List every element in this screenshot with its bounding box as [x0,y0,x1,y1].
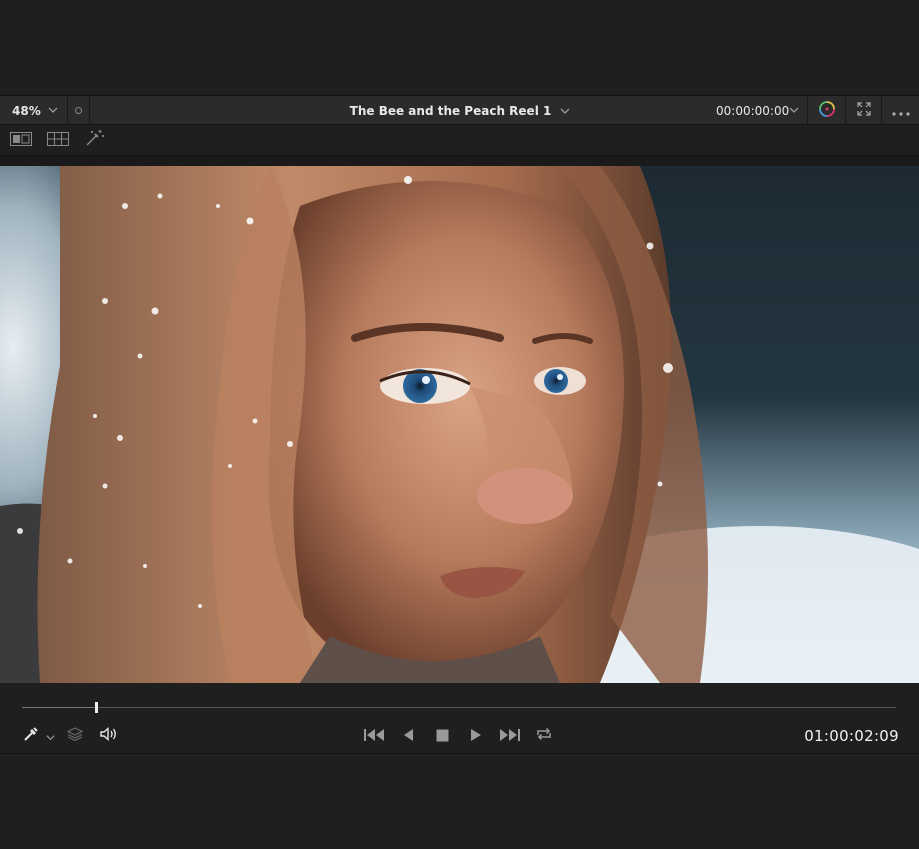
zoom-dropdown[interactable]: 48% [0,96,68,125]
skip-to-end-button[interactable] [498,727,522,745]
viewer-header: 48% The Bee and the Peach Reel 1 00:00:0… [0,95,919,125]
color-wheel-button[interactable] [808,96,846,125]
stop-button[interactable] [432,727,452,745]
clip-title: The Bee and the Peach Reel 1 [349,103,552,118]
viewer-frame-image [0,166,919,683]
eyedropper-mode-dropdown[interactable] [44,727,56,745]
playhead-timecode: 01:00:02:09 [804,727,899,745]
play-icon [470,727,482,746]
grid-viewer-icon [47,131,69,150]
scrubber-track[interactable] [22,702,896,713]
step-back-icon [402,727,414,746]
color-wheel-icon [818,100,836,122]
single-viewer-icon [10,131,32,150]
fullscreen-button[interactable] [846,96,882,125]
speaker-icon [99,726,119,746]
chevron-down-icon [789,105,799,115]
source-timecode-dropdown[interactable]: 00:00:00:00 [700,96,808,125]
skip-to-start-button[interactable] [362,727,386,745]
clip-title-dropdown[interactable]: The Bee and the Peach Reel 1 [300,96,620,125]
viewer-options-button[interactable] [68,96,90,125]
playhead-handle[interactable] [95,702,99,713]
dot-icon [75,107,82,114]
viewer-tool-strip [0,125,919,156]
chevron-down-icon [45,727,55,746]
single-viewer-button[interactable] [9,131,33,149]
loop-icon [535,726,553,746]
more-options-button[interactable] [882,96,919,125]
grid-viewer-button[interactable] [46,131,70,149]
loop-button[interactable] [533,727,555,745]
magic-wand-button[interactable] [83,129,107,151]
layers-button[interactable] [64,727,86,745]
magic-wand-icon [85,129,105,151]
source-timecode: 00:00:00:00 [716,103,790,118]
empty-panel-bottom [0,754,919,849]
skip-to-end-icon [499,727,521,746]
zoom-label: 48% [12,103,41,118]
chevron-down-icon [560,106,570,116]
viewer-canvas-border [0,156,919,166]
skip-to-start-icon [363,727,385,746]
empty-panel-top [0,0,919,95]
eyedropper-icon [23,726,39,746]
expand-icon [856,101,871,120]
layers-icon [66,726,84,746]
scrubber-progress [22,707,97,708]
chevron-down-icon [48,105,58,115]
transport-bar: 01:00:02:09 [0,683,919,754]
audio-button[interactable] [97,726,121,746]
play-button[interactable] [466,727,486,745]
more-icon [891,101,910,120]
step-back-button[interactable] [398,727,418,745]
eyedropper-button[interactable] [20,727,42,745]
stop-icon [436,727,449,746]
